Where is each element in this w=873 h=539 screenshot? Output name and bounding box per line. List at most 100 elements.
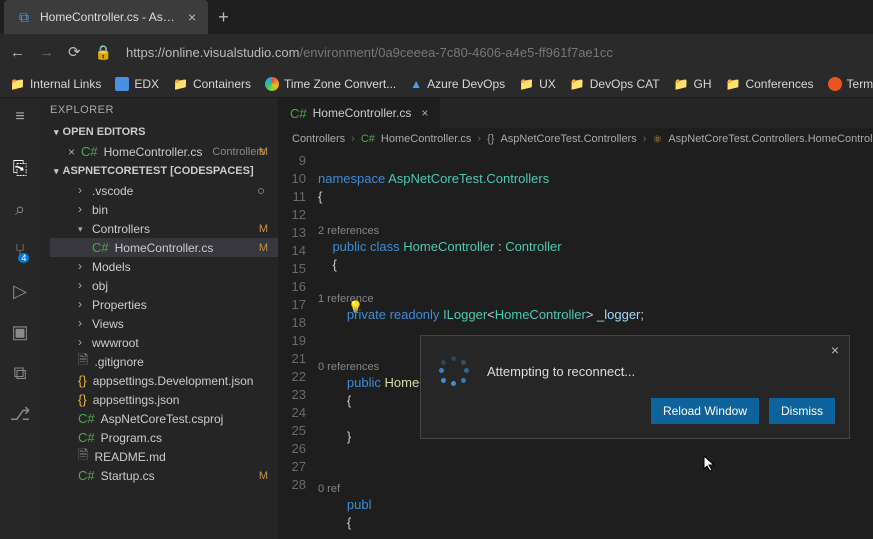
activity-bar: ≡ ⎘ ⌕ ⑂4 ▷ ▣ ⧉ ⎇ <box>0 98 40 539</box>
source-control-icon[interactable]: ⑂4 <box>15 240 26 261</box>
json-icon: {} <box>78 373 87 388</box>
explorer-sidebar: EXPLORER OPEN EDITORS × C# HomeControlle… <box>40 98 278 539</box>
new-tab-button[interactable]: + <box>218 7 229 28</box>
chevron-icon <box>78 298 86 312</box>
lightbulb-icon[interactable]: 💡 <box>348 300 363 314</box>
browser-tab[interactable]: ⧉ HomeController.cs - AspNetCor... × <box>4 0 208 34</box>
bookmark-label: UX <box>539 77 556 91</box>
folder-icon: 📁 <box>726 77 741 91</box>
tree-item-label: bin <box>92 203 108 217</box>
modified-indicator: M <box>259 242 268 254</box>
file-label: HomeController.cs <box>104 145 203 159</box>
close-tab-icon[interactable]: × <box>188 9 196 25</box>
folder-item[interactable]: Views <box>50 314 278 333</box>
dialog-message: Attempting to reconnect... <box>487 364 635 379</box>
csharp-icon: C# <box>290 106 307 121</box>
refresh-button[interactable]: ⟳ <box>68 43 81 61</box>
tree-item-label: .gitignore <box>94 355 143 369</box>
lock-icon: 🔒 <box>95 44 112 61</box>
folder-item[interactable]: Models <box>50 257 278 276</box>
bookmark-item[interactable]: ▲Azure DevOps <box>410 77 505 91</box>
folder-item[interactable]: Properties <box>50 295 278 314</box>
bookmark-item[interactable]: 📁Conferences <box>726 77 814 91</box>
tree-item-label: wwwroot <box>92 336 139 350</box>
editor-tab[interactable]: C# HomeController.cs × <box>278 98 441 128</box>
folder-item[interactable]: bin <box>50 200 278 219</box>
bookmark-item[interactable]: EDX <box>115 77 159 91</box>
bookmark-item[interactable]: 📁Internal Links <box>10 77 101 91</box>
bookmark-label: EDX <box>134 77 159 91</box>
chevron-icon <box>78 184 86 198</box>
address-bar: ← → ⟳ 🔒 https://online.visualstudio.com/… <box>0 34 873 70</box>
forward-button[interactable]: → <box>39 44 54 61</box>
close-icon[interactable]: × <box>421 106 428 120</box>
tree-item-label: Views <box>92 317 124 331</box>
bookmark-item[interactable]: 📁GH <box>674 77 712 91</box>
file-item[interactable]: C#HomeController.csM <box>50 238 278 257</box>
close-icon[interactable]: × <box>831 342 839 358</box>
folder-icon: 📁 <box>674 77 689 91</box>
file-item[interactable]: C#Program.cs <box>50 428 278 447</box>
remote-icon[interactable]: ⧉ <box>14 363 27 384</box>
dismiss-button[interactable]: Dismiss <box>769 398 835 424</box>
chevron-icon <box>78 317 86 331</box>
reload-window-button[interactable]: Reload Window <box>651 398 759 424</box>
file-item[interactable]: {} appsettings.json <box>50 390 278 409</box>
folder-item[interactable]: .vscode <box>50 181 278 200</box>
modified-indicator: M <box>259 146 268 158</box>
url-field[interactable]: https://online.visualstudio.com/environm… <box>126 45 613 60</box>
run-icon[interactable]: ▷ <box>13 281 27 302</box>
open-editors-section[interactable]: OPEN EDITORS <box>40 122 278 142</box>
csharp-icon: C# <box>92 240 109 255</box>
bookmark-label: Azure DevOps <box>427 77 505 91</box>
modified-indicator: M <box>259 223 268 235</box>
tree-item-label: obj <box>92 279 108 293</box>
file-item[interactable]: 🗎README.md <box>50 447 278 466</box>
url-host: https://online.visualstudio.com <box>126 45 299 60</box>
back-button[interactable]: ← <box>10 44 25 61</box>
file-item[interactable]: C#Startup.csM <box>50 466 278 485</box>
bookmark-item[interactable]: 📁Containers <box>173 77 251 91</box>
bookmark-label: Terminal <box>847 77 873 91</box>
workspace-section[interactable]: ASPNETCORETEST [CODESPACES] <box>40 161 278 181</box>
bookmark-item[interactable]: 📁UX <box>519 77 556 91</box>
folder-item[interactable]: ControllersM <box>50 219 278 238</box>
tree-item-label: .vscode <box>92 184 133 198</box>
folder-item[interactable]: obj <box>50 276 278 295</box>
search-icon[interactable]: ⌕ <box>15 199 25 220</box>
close-icon[interactable]: × <box>68 145 75 159</box>
file-item[interactable]: {} appsettings.Development.json <box>50 371 278 390</box>
bookmark-item[interactable]: Terminal <box>828 77 873 91</box>
tree-item-label: Startup.cs <box>101 469 155 483</box>
github-icon[interactable]: ⎇ <box>10 404 31 425</box>
bookmark-label: Time Zone Convert... <box>284 77 396 91</box>
line-gutter: 9101112131415161718192122232425262728 <box>278 150 318 539</box>
json-icon: {} <box>78 392 87 407</box>
folder-icon: 📁 <box>173 77 188 91</box>
chevron-icon <box>78 222 86 236</box>
scm-badge: 4 <box>18 253 29 263</box>
file-icon: 🗎 <box>78 351 88 373</box>
extensions-icon[interactable]: ▣ <box>11 322 28 343</box>
chevron-icon <box>78 279 86 293</box>
timezone-icon <box>265 77 279 91</box>
menu-button[interactable]: ≡ <box>15 108 24 126</box>
file-item[interactable]: C#AspNetCoreTest.csproj <box>50 409 278 428</box>
bookmark-label: Internal Links <box>30 77 101 91</box>
breadcrumb[interactable]: Controllers› C#HomeController.cs› {}AspN… <box>278 128 873 150</box>
browser-tab-title: HomeController.cs - AspNetCor... <box>40 10 180 24</box>
file-dir-label: Controllers <box>212 146 265 158</box>
open-editor-file[interactable]: × C# HomeController.cs Controllers M <box>40 142 278 161</box>
bookmark-label: DevOps CAT <box>590 77 660 91</box>
folder-item[interactable]: wwwroot <box>50 333 278 352</box>
file-tree: .vscode bin ControllersMC#HomeController.c… <box>40 181 278 485</box>
explorer-icon[interactable]: ⎘ <box>13 158 27 179</box>
bookmark-item[interactable]: Time Zone Convert... <box>265 77 396 91</box>
chevron-icon <box>78 260 86 274</box>
vscode-app: ≡ ⎘ ⌕ ⑂4 ▷ ▣ ⧉ ⎇ EXPLORER OPEN EDITORS ×… <box>0 98 873 539</box>
tree-item-label: appsettings.json <box>93 393 180 407</box>
bookmark-item[interactable]: 📁DevOps CAT <box>570 77 660 91</box>
tree-item-label: Models <box>92 260 131 274</box>
tree-item-label: appsettings.Development.json <box>93 374 254 388</box>
file-item[interactable]: 🗎 .gitignore <box>50 352 278 371</box>
